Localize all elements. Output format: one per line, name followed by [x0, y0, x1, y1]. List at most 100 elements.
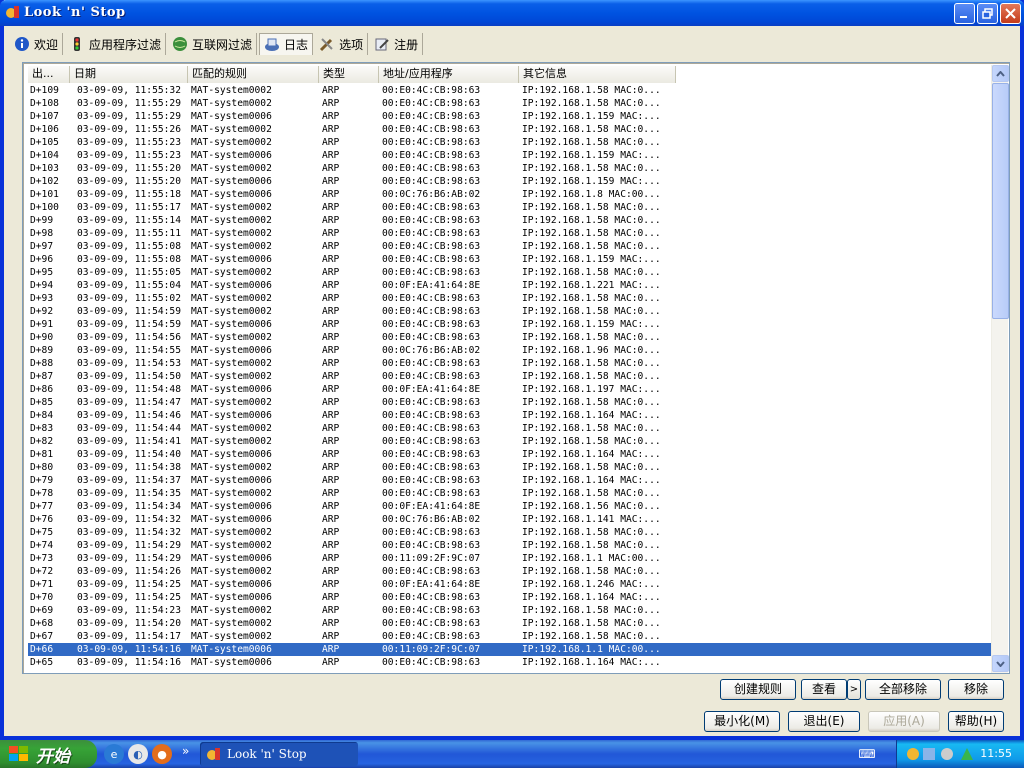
close-window-button[interactable] — [1000, 3, 1021, 24]
remove-all-button[interactable]: 全部移除 — [865, 679, 941, 700]
table-row[interactable]: D+82 03-09-09, 11:54:41 MAT-system0002 ARP 0… — [28, 435, 992, 448]
table-row[interactable]: D+96 03-09-09, 11:55:08 MAT-system0006 ARP 0… — [28, 253, 992, 266]
column-header-date[interactable]: 日期 — [70, 66, 188, 83]
minimize-button[interactable]: 最小化(M) — [704, 711, 780, 732]
table-row[interactable]: D+75 03-09-09, 11:54:32 MAT-system0002 ARP 0… — [28, 526, 992, 539]
table-cell: 03-09-09, 11:54:48 — [77, 384, 181, 395]
table-row[interactable]: D+71 03-09-09, 11:54:25 MAT-system0006 ARP 0… — [28, 578, 992, 591]
table-row[interactable]: D+88 03-09-09, 11:54:53 MAT-system0002 ARP 0… — [28, 357, 992, 370]
table-row[interactable]: D+70 03-09-09, 11:54:25 MAT-system0006 ARP 0… — [28, 591, 992, 604]
table-row[interactable]: D+65 03-09-09, 11:54:16 MAT-system0006 ARP 0… — [28, 656, 992, 669]
table-row[interactable]: D+101 03-09-09, 11:55:18 MAT-system0006 ARP… — [28, 188, 992, 201]
table-row[interactable]: D+106 03-09-09, 11:55:26 MAT-system0002 ARP… — [28, 123, 992, 136]
remove-button[interactable]: 移除 — [948, 679, 1004, 700]
table-row[interactable]: D+79 03-09-09, 11:54:37 MAT-system0006 ARP 0… — [28, 474, 992, 487]
table-row[interactable]: D+83 03-09-09, 11:54:44 MAT-system0002 ARP 0… — [28, 422, 992, 435]
table-cell: ARP — [322, 488, 340, 499]
quick-launch-overflow[interactable]: » — [182, 744, 189, 764]
list-header: 出... 日期 匹配的规则 类型 地址/应用程序 其它信息 — [28, 66, 676, 83]
tab-app-filter[interactable]: 应用程序过滤 — [65, 33, 167, 55]
view-more-button[interactable]: > — [847, 679, 861, 700]
scroll-down-button[interactable] — [992, 655, 1009, 672]
table-row[interactable]: D+69 03-09-09, 11:54:23 MAT-system0002 ARP 0… — [28, 604, 992, 617]
table-row[interactable]: D+86 03-09-09, 11:54:48 MAT-system0006 ARP 0… — [28, 383, 992, 396]
table-cell: 00:E0:4C:CB:98:63 — [382, 475, 481, 486]
table-row[interactable]: D+108 03-09-09, 11:55:29 MAT-system0002 ARP… — [28, 97, 992, 110]
table-row[interactable]: D+90 03-09-09, 11:54:56 MAT-system0002 ARP 0… — [28, 331, 992, 344]
table-cell: ARP — [322, 410, 340, 421]
table-cell: D+84 — [30, 410, 54, 421]
table-row[interactable]: D+84 03-09-09, 11:54:46 MAT-system0006 ARP 0… — [28, 409, 992, 422]
table-row[interactable]: D+73 03-09-09, 11:54:29 MAT-system0006 ARP 0… — [28, 552, 992, 565]
table-row[interactable]: D+92 03-09-09, 11:54:59 MAT-system0002 ARP 0… — [28, 305, 992, 318]
view-button[interactable]: 查看 — [801, 679, 847, 700]
column-header-type[interactable]: 类型 — [319, 66, 379, 83]
column-header-address[interactable]: 地址/应用程序 — [379, 66, 519, 83]
table-row[interactable]: D+109 03-09-09, 11:55:32 MAT-system0002 ARP… — [28, 84, 992, 97]
table-cell: ARP — [322, 423, 340, 434]
exit-button[interactable]: 退出(E) — [788, 711, 860, 732]
table-row[interactable]: D+81 03-09-09, 11:54:40 MAT-system0006 ARP 0… — [28, 448, 992, 461]
table-row[interactable]: D+103 03-09-09, 11:55:20 MAT-system0002 ARP… — [28, 162, 992, 175]
table-row[interactable]: D+104 03-09-09, 11:55:23 MAT-system0006 ARP… — [28, 149, 992, 162]
ie-icon[interactable]: e — [104, 744, 124, 764]
table-row[interactable]: D+102 03-09-09, 11:55:20 MAT-system0006 ARP… — [28, 175, 992, 188]
table-row[interactable]: D+94 03-09-09, 11:55:04 MAT-system0006 ARP 0… — [28, 279, 992, 292]
table-row[interactable]: D+95 03-09-09, 11:55:05 MAT-system0002 ARP 0… — [28, 266, 992, 279]
table-row[interactable]: D+98 03-09-09, 11:55:11 MAT-system0002 ARP 0… — [28, 227, 992, 240]
title-bar[interactable]: Look 'n' Stop — [0, 0, 1024, 26]
help-button[interactable]: 帮助(H) — [948, 711, 1004, 732]
scroll-thumb[interactable] — [992, 83, 1009, 319]
app-icon — [207, 748, 220, 760]
desktop-icon[interactable]: ◐ — [128, 744, 148, 764]
table-cell: D+82 — [30, 436, 54, 447]
table-row[interactable]: D+87 03-09-09, 11:54:50 MAT-system0002 ARP 0… — [28, 370, 992, 383]
table-row[interactable]: D+91 03-09-09, 11:54:59 MAT-system0006 ARP 0… — [28, 318, 992, 331]
vertical-scrollbar[interactable] — [991, 65, 1009, 673]
table-cell: IP:192.168.1.164 MAC:... — [522, 449, 661, 460]
column-header-out[interactable]: 出... — [28, 66, 70, 83]
column-header-rule[interactable]: 匹配的规则 — [188, 66, 319, 83]
table-row[interactable]: D+68 03-09-09, 11:54:20 MAT-system0002 ARP 0… — [28, 617, 992, 630]
table-row[interactable]: D+66 03-09-09, 11:54:16 MAT-system0006 ARP 0… — [28, 642, 992, 657]
table-cell: IP:192.168.1.58 MAC:0... — [522, 358, 661, 369]
tab-welcome[interactable]: 欢迎 — [10, 33, 64, 55]
table-cell: ARP — [322, 163, 340, 174]
table-row[interactable]: D+67 03-09-09, 11:54:17 MAT-system0002 ARP 0… — [28, 630, 992, 643]
table-row[interactable]: D+72 03-09-09, 11:54:26 MAT-system0002 ARP 0… — [28, 565, 992, 578]
keyboard-icon[interactable]: ⌨ — [858, 745, 876, 763]
log-list[interactable]: 出... 日期 匹配的规则 类型 地址/应用程序 其它信息 D+109 03-09… — [22, 62, 1010, 674]
table-row[interactable]: D+100 03-09-09, 11:55:17 MAT-system0002 ARP… — [28, 201, 992, 214]
table-row[interactable]: D+89 03-09-09, 11:54:55 MAT-system0006 ARP 0… — [28, 344, 992, 357]
table-row[interactable]: D+80 03-09-09, 11:54:38 MAT-system0002 ARP 0… — [28, 461, 992, 474]
table-cell: 03-09-09, 11:55:23 — [77, 150, 181, 161]
table-row[interactable]: D+93 03-09-09, 11:55:02 MAT-system0002 ARP 0… — [28, 292, 992, 305]
table-row[interactable]: D+78 03-09-09, 11:54:35 MAT-system0002 ARP 0… — [28, 487, 992, 500]
apply-button[interactable]: 应用(A) — [868, 711, 940, 732]
scroll-up-button[interactable] — [992, 65, 1009, 82]
table-row[interactable]: D+107 03-09-09, 11:55:29 MAT-system0006 ARP… — [28, 110, 992, 123]
tab-register[interactable]: 注册 — [370, 33, 424, 55]
table-row[interactable]: D+74 03-09-09, 11:54:29 MAT-system0002 ARP 0… — [28, 539, 992, 552]
table-cell: 00:E0:4C:CB:98:63 — [382, 618, 481, 629]
firefox-icon[interactable]: ● — [152, 744, 172, 764]
table-row[interactable]: D+97 03-09-09, 11:55:08 MAT-system0002 ARP 0… — [28, 240, 992, 253]
table-cell: D+85 — [30, 397, 54, 408]
table-cell: MAT-system0006 — [191, 176, 272, 187]
table-row[interactable]: D+99 03-09-09, 11:55:14 MAT-system0002 ARP 0… — [28, 214, 992, 227]
table-row[interactable]: D+77 03-09-09, 11:54:34 MAT-system0006 ARP 0… — [28, 500, 992, 513]
start-button[interactable]: 开始 — [0, 740, 97, 768]
table-cell: IP:192.168.1.58 MAC:0... — [522, 540, 661, 551]
taskbar-window-button[interactable]: Look 'n' Stop — [200, 742, 358, 766]
column-header-info[interactable]: 其它信息 — [519, 66, 676, 83]
minimize-window-button[interactable] — [954, 3, 975, 24]
tab-log[interactable]: 日志 — [259, 33, 314, 55]
table-row[interactable]: D+105 03-09-09, 11:55:23 MAT-system0002 ARP… — [28, 136, 992, 149]
restore-window-button[interactable] — [977, 3, 998, 24]
table-cell: IP:192.168.1.58 MAC:0... — [522, 241, 661, 252]
create-rule-button[interactable]: 创建规则 — [720, 679, 796, 700]
tab-options[interactable]: 选项 — [315, 33, 369, 55]
table-row[interactable]: D+76 03-09-09, 11:54:32 MAT-system0006 ARP 0… — [28, 513, 992, 526]
tab-internet-filter[interactable]: 互联网过滤 — [168, 33, 258, 55]
table-row[interactable]: D+85 03-09-09, 11:54:47 MAT-system0002 ARP 0… — [28, 396, 992, 409]
